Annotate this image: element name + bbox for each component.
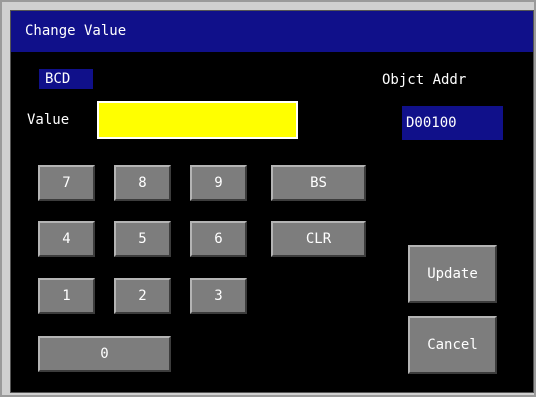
key-3-button[interactable]: 3 <box>190 278 247 314</box>
key-8-button[interactable]: 8 <box>114 165 171 201</box>
dialog-title: Change Value <box>11 11 533 52</box>
key-7-button[interactable]: 7 <box>38 165 95 201</box>
object-address-label: Objct Addr <box>382 72 467 88</box>
key-0-button[interactable]: 0 <box>38 336 171 372</box>
backspace-button[interactable]: BS <box>271 165 366 201</box>
key-1-button[interactable]: 1 <box>38 278 95 314</box>
object-address-value: D00100 <box>402 106 503 140</box>
clear-button[interactable]: CLR <box>271 221 366 257</box>
key-9-button[interactable]: 9 <box>190 165 247 201</box>
key-2-button[interactable]: 2 <box>114 278 171 314</box>
key-6-button[interactable]: 6 <box>190 221 247 257</box>
key-4-button[interactable]: 4 <box>38 221 95 257</box>
format-badge: BCD <box>39 69 93 89</box>
outer-frame: Change Value BCD Value Objct Addr D00100… <box>0 0 536 397</box>
key-5-button[interactable]: 5 <box>114 221 171 257</box>
value-label: Value <box>27 112 70 128</box>
change-value-dialog: Change Value BCD Value Objct Addr D00100… <box>10 10 534 393</box>
value-input[interactable] <box>97 101 298 139</box>
update-button[interactable]: Update <box>408 245 497 303</box>
cancel-button[interactable]: Cancel <box>408 316 497 374</box>
